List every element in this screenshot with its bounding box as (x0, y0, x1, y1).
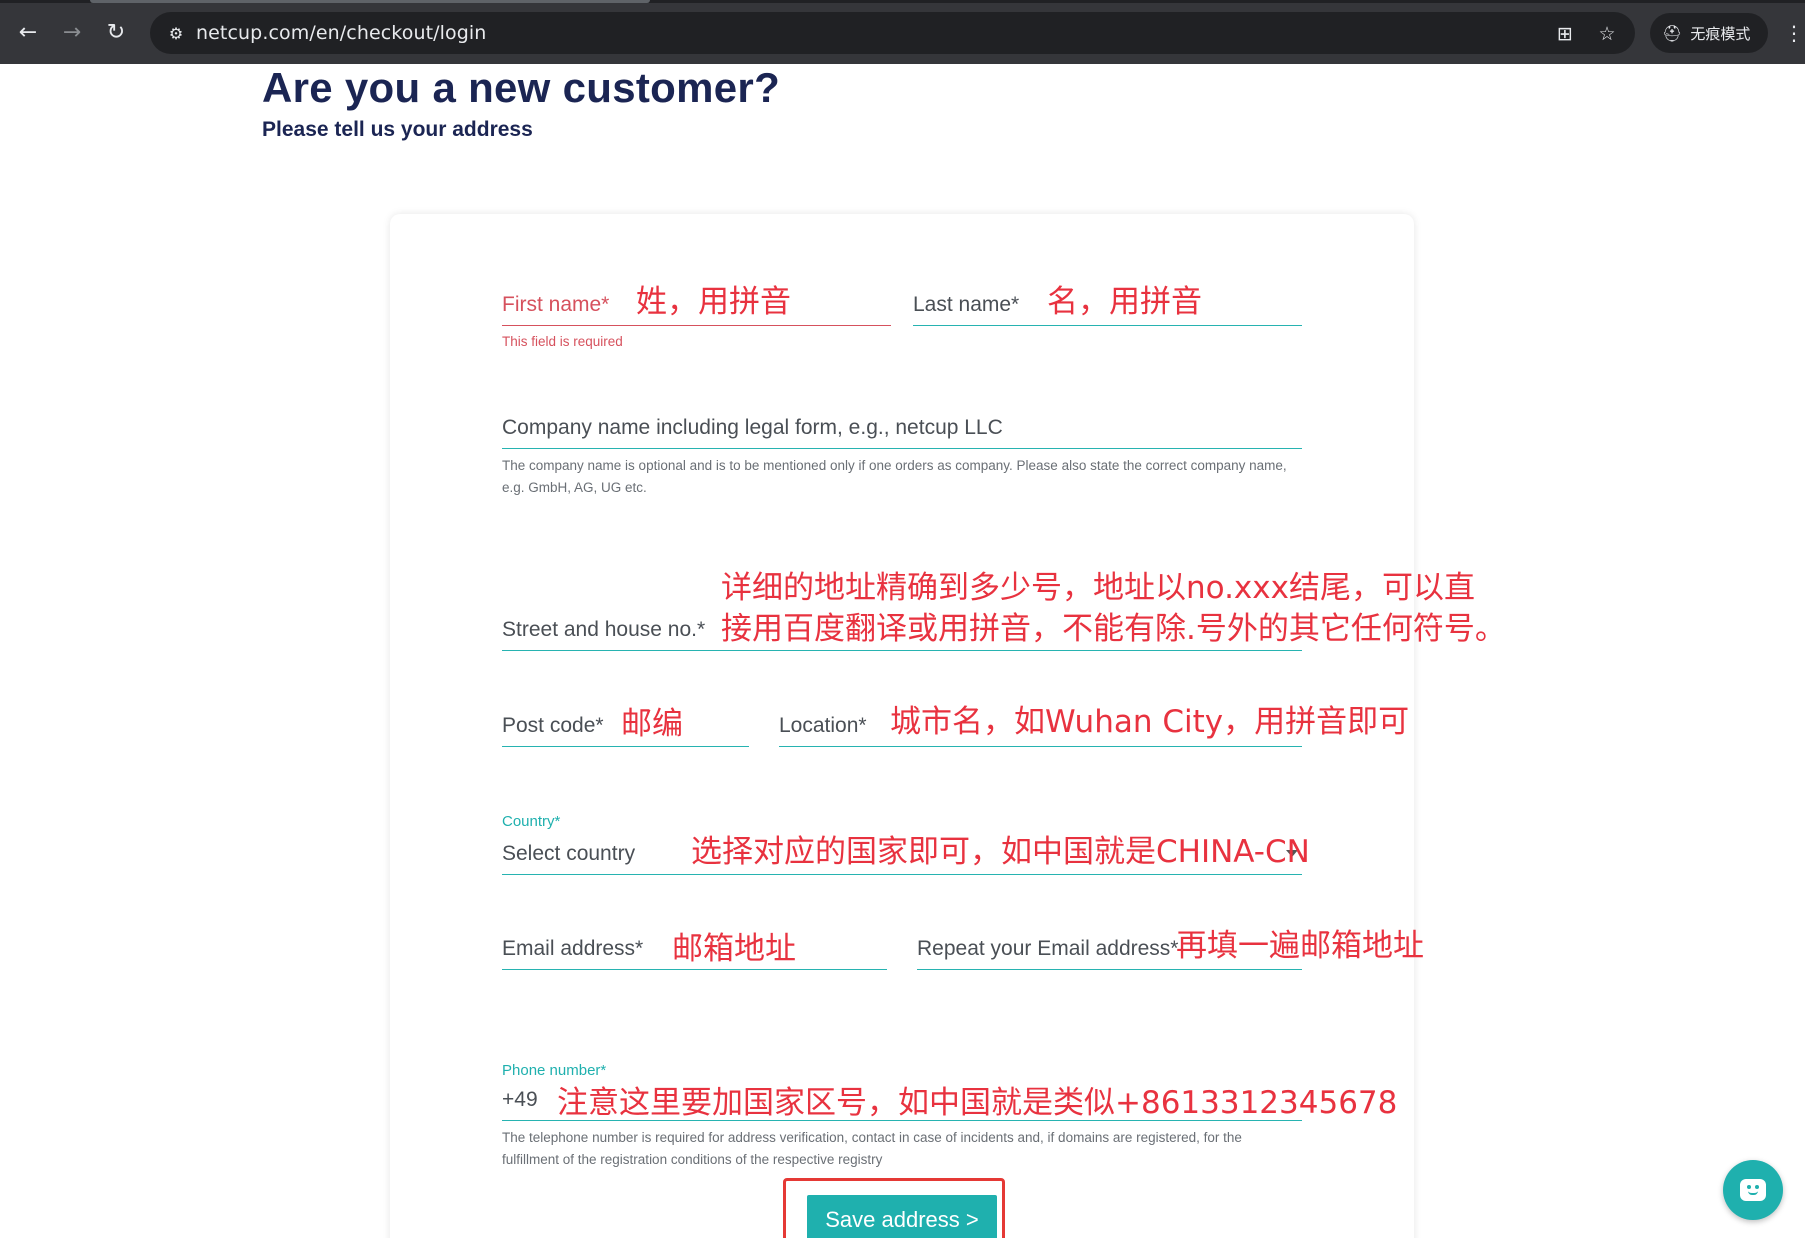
annotation-country: 选择对应的国家即可，如中国就是CHINA-CN (691, 834, 1310, 870)
company-helper: The company name is optional and is to b… (502, 458, 1287, 495)
browser-toolbar: ← → ↻ ⚙ netcup.com/en/checkout/login ⊞ ☆… (0, 0, 1805, 64)
incognito-label: 无痕模式 (1690, 25, 1751, 43)
street-label: Street and house no.* (502, 618, 706, 641)
annotation-post-code: 邮编 (621, 706, 683, 742)
translate-icon[interactable]: ⊞ (1552, 21, 1578, 47)
site-info-icon[interactable]: ⚙ (164, 21, 188, 45)
first-name-label: First name* (502, 293, 610, 316)
company-label: Company name including legal form, e.g.,… (502, 416, 1003, 439)
last-name-label: Last name* (913, 293, 1020, 316)
page-subtitle: Please tell us your address (262, 118, 533, 141)
annotation-email-repeat: 再填一遍邮箱地址 (1176, 928, 1424, 964)
chat-widget-button[interactable] (1723, 1160, 1783, 1220)
browser-menu-icon[interactable]: ⋮ (1784, 18, 1804, 48)
phone-prefix: +49 (502, 1088, 538, 1111)
email-repeat-label: Repeat your Email address* (917, 937, 1179, 960)
incognito-indicator[interactable]: ⛑ 无痕模式 (1650, 13, 1768, 53)
phone-helper: The telephone number is required for add… (502, 1130, 1242, 1167)
page-title: Are you a new customer? (262, 64, 781, 111)
post-code-label: Post code* (502, 714, 604, 737)
forward-icon[interactable]: → (56, 16, 88, 48)
location-label: Location* (779, 714, 867, 737)
url-text[interactable]: netcup.com/en/checkout/login (196, 22, 486, 44)
street-field[interactable]: Street and house no.* (502, 607, 1302, 651)
annotation-phone: 注意这里要加国家区号，如中国就是类似+8613312345678 (557, 1085, 1398, 1121)
country-float-label: Country* (502, 813, 561, 830)
annotation-location: 城市名，如Wuhan City，用拼音即可 (890, 704, 1410, 740)
first-name-error: This field is required (502, 334, 623, 349)
email-label: Email address* (502, 937, 644, 960)
annotation-email: 邮箱地址 (672, 931, 796, 967)
address-bar[interactable]: ⚙ netcup.com/en/checkout/login ⊞ ☆ (150, 12, 1635, 54)
bookmark-star-icon[interactable]: ☆ (1594, 21, 1620, 47)
chat-icon (1740, 1179, 1766, 1201)
reload-icon[interactable]: ↻ (100, 16, 132, 48)
annotation-last-name: 名，用拼音 (1047, 284, 1202, 320)
active-tab-edge[interactable] (90, 0, 650, 3)
incognito-icon: ⛑ (1662, 23, 1683, 43)
company-field[interactable]: Company name including legal form, e.g.,… (502, 405, 1302, 449)
annotation-first-name: 姓，用拼音 (636, 284, 791, 320)
annotation-street-line1: 详细的地址精确到多少号，地址以no.xxx结尾，可以直 (721, 570, 1475, 606)
save-address-button[interactable]: Save address > (807, 1195, 997, 1238)
back-icon[interactable]: ← (12, 16, 44, 48)
country-value: Select country (502, 842, 636, 865)
